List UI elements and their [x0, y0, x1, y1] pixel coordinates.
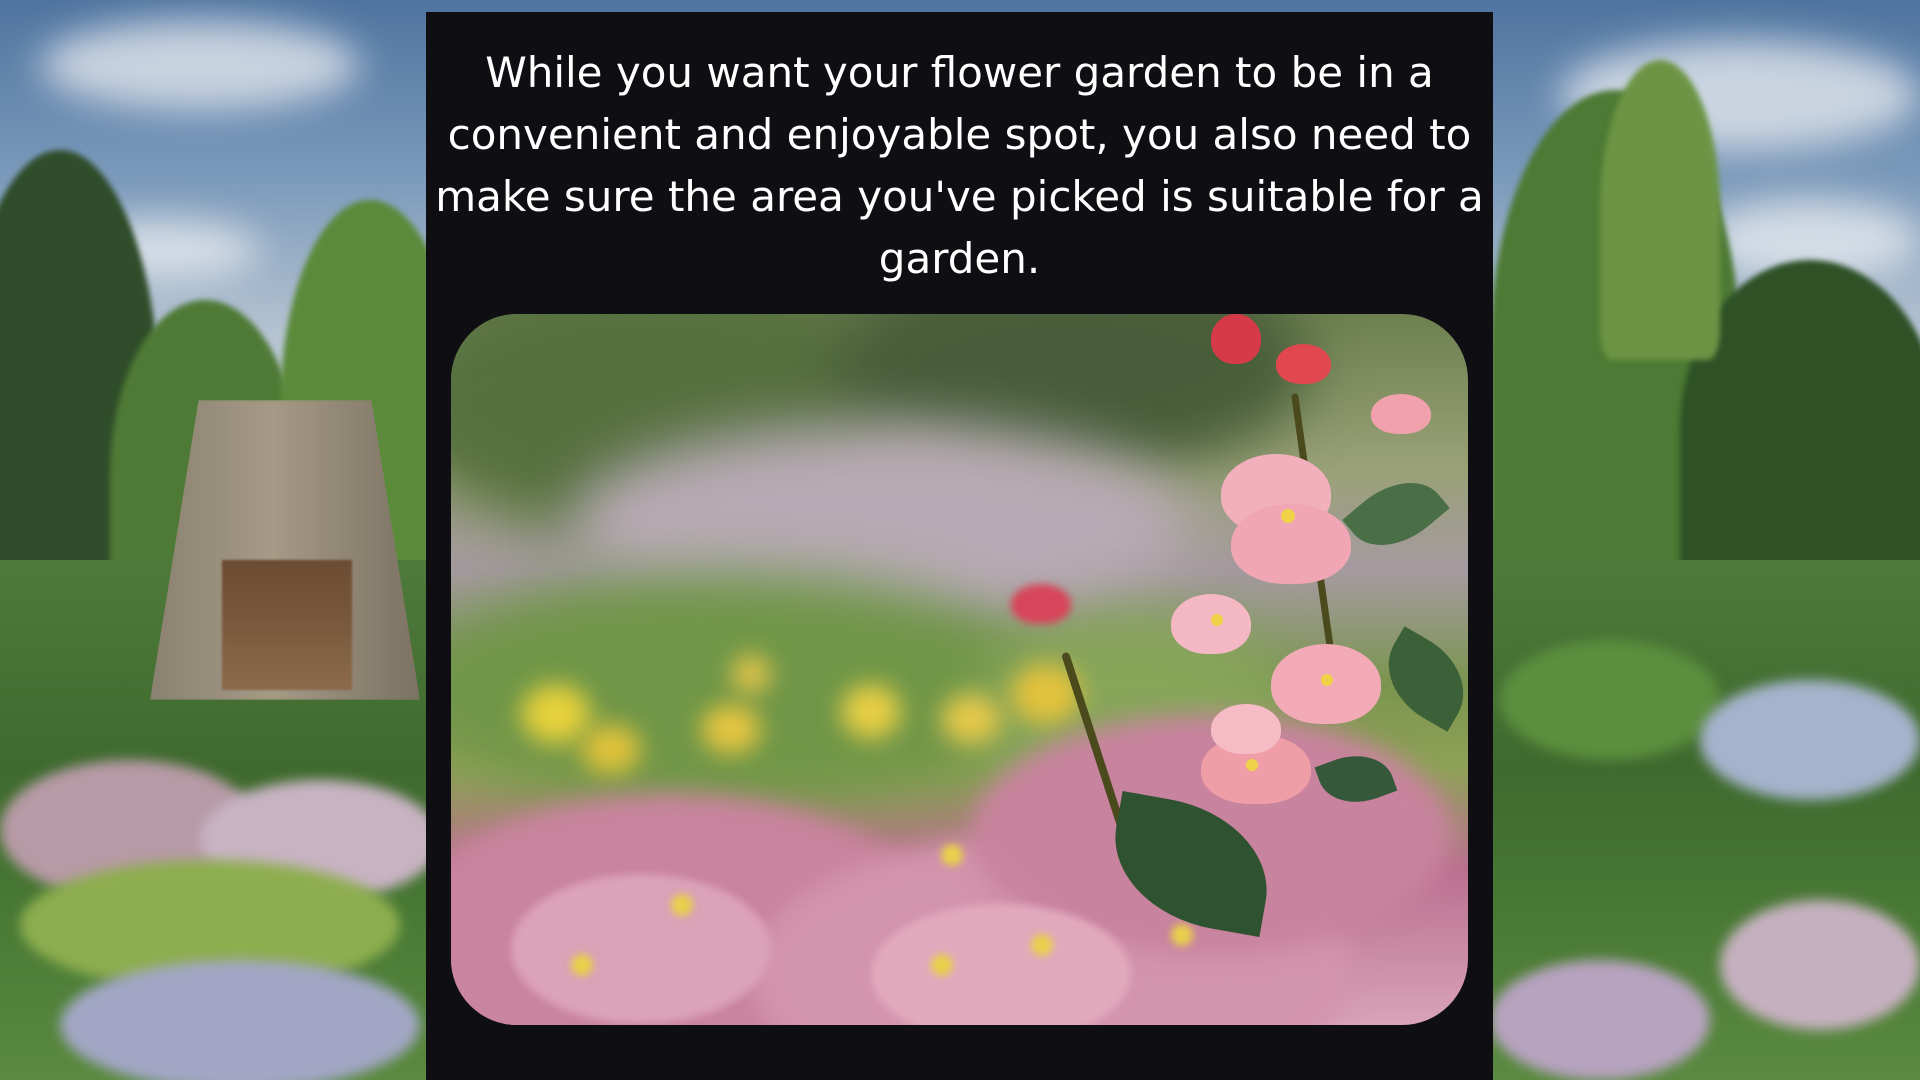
flower-center [941, 844, 963, 866]
flower-center [1281, 509, 1295, 523]
leaf [1342, 462, 1450, 566]
caption-text: While you want your flower garden to be … [435, 48, 1484, 283]
pink-blossom [1011, 584, 1071, 624]
flower-bush [1490, 960, 1710, 1080]
shed-opening [222, 560, 352, 690]
yellow-flower [941, 694, 1001, 744]
yellow-flower [701, 704, 761, 754]
flower-bush [1500, 640, 1720, 760]
flower-center [931, 954, 953, 976]
flower-center [571, 954, 593, 976]
red-bud [1211, 314, 1261, 364]
flower-center [1031, 934, 1053, 956]
flower-bush [60, 960, 420, 1080]
yellow-flower [731, 654, 771, 694]
red-bud [1276, 344, 1331, 384]
flower-bush [1700, 680, 1920, 800]
flower-center [1171, 924, 1193, 946]
flower-center [1211, 614, 1223, 626]
pink-flower-bed [511, 874, 771, 1024]
yellow-flower [581, 724, 641, 774]
flower-center [671, 894, 693, 916]
flower-center [1321, 674, 1333, 686]
flower-photo [451, 314, 1468, 1025]
flower-bush [1720, 900, 1920, 1030]
pink-blossom [1371, 394, 1431, 434]
leaf [1369, 626, 1468, 732]
pink-blossom [1171, 594, 1251, 654]
content-card: While you want your flower garden to be … [426, 12, 1493, 1080]
flower-center [1246, 759, 1258, 771]
yellow-flower [841, 684, 901, 739]
yellow-flower [521, 684, 591, 744]
cloud [40, 20, 360, 110]
tree [1600, 60, 1720, 360]
pink-blossom [1211, 704, 1281, 754]
